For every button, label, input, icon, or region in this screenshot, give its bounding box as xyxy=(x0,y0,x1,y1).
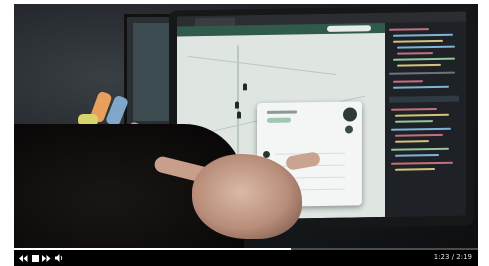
video-player[interactable]: 1:23 / 2:19 xyxy=(14,4,478,266)
code-line xyxy=(393,39,443,43)
control-bar: 1:23 / 2:19 xyxy=(14,250,478,266)
code-line xyxy=(395,120,433,123)
code-line xyxy=(395,113,449,117)
video-frame[interactable] xyxy=(14,4,478,248)
code-line xyxy=(391,127,451,131)
devtools-tabs xyxy=(389,95,459,103)
code-line xyxy=(395,153,439,157)
app-search-bar xyxy=(327,25,371,32)
fast-forward-icon[interactable] xyxy=(41,253,51,263)
map-pin-icon xyxy=(237,111,241,119)
code-line xyxy=(393,57,455,61)
code-line xyxy=(391,147,449,151)
code-line xyxy=(395,168,435,171)
code-line xyxy=(397,45,455,49)
code-line xyxy=(397,63,441,67)
stop-icon[interactable] xyxy=(30,253,40,263)
code-line xyxy=(393,33,453,37)
avatar-icon xyxy=(343,107,357,122)
code-line xyxy=(389,28,429,31)
rewind-icon[interactable] xyxy=(18,253,28,263)
code-line xyxy=(393,80,423,83)
code-line xyxy=(397,52,433,55)
map-pin-icon xyxy=(243,83,247,91)
time-display: 1:23 / 2:19 xyxy=(433,253,472,261)
code-line xyxy=(393,85,449,89)
map-pin-icon xyxy=(235,101,239,109)
card-tag xyxy=(345,125,353,134)
card-title xyxy=(267,110,297,114)
map-road xyxy=(187,55,337,76)
code-line xyxy=(395,133,443,137)
code-line xyxy=(391,107,437,111)
code-line xyxy=(389,71,455,75)
volume-icon[interactable] xyxy=(54,253,64,263)
code-line xyxy=(395,140,429,143)
code-line xyxy=(391,161,453,165)
card-badge xyxy=(267,117,291,123)
devtools-panel xyxy=(385,21,466,217)
